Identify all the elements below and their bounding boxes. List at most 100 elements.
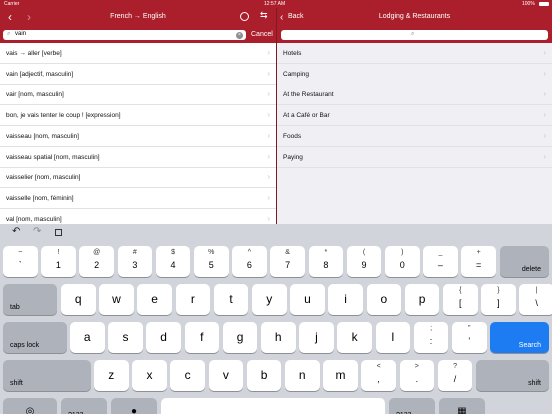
key-d[interactable]: d <box>146 322 181 353</box>
result-row[interactable]: bon, je vais tenter le coup ! [expressio… <box>0 105 276 127</box>
key-m[interactable]: m <box>323 360 358 391</box>
key-upper: ! <box>57 249 60 256</box>
key-s[interactable]: s <box>108 322 143 353</box>
key-p[interactable]: p <box>404 284 440 315</box>
key-z[interactable]: z <box>94 360 129 391</box>
result-row[interactable]: vais → aller [verbe] › <box>0 43 276 64</box>
search-input[interactable]: ⌕ vain × <box>3 30 246 40</box>
key-9[interactable]: (9 <box>346 246 382 277</box>
result-row[interactable]: vain [adjectif, masculin] › <box>0 64 276 85</box>
key-j[interactable]: j <box>299 322 334 353</box>
key-sym[interactable]: >. <box>399 360 435 391</box>
phrasebook-search-bar: ⌕ <box>277 27 552 43</box>
key-l[interactable]: l <box>375 322 411 353</box>
key-f[interactable]: f <box>184 322 220 353</box>
result-text: vain [adjectif, masculin] <box>6 70 74 78</box>
phrasebook-search-input[interactable]: ⌕ <box>281 30 548 40</box>
chevron-right-icon: › <box>267 110 270 120</box>
keyboard-dismiss-key[interactable]: ▦ <box>439 398 485 414</box>
key-3[interactable]: #3 <box>117 246 153 277</box>
undo-icon[interactable]: ↶ <box>12 226 20 242</box>
key-sym[interactable]: }] <box>481 284 516 315</box>
numbers-key[interactable]: .?123 <box>389 398 435 414</box>
key-char: n <box>298 368 306 382</box>
category-row[interactable]: At the Restaurant › <box>277 84 552 106</box>
clear-icon[interactable]: × <box>236 31 243 39</box>
key-8[interactable]: * 8 <box>308 246 344 277</box>
delete-key[interactable]: delete <box>499 246 549 277</box>
shift-left-key[interactable]: shift <box>3 360 91 391</box>
key-10[interactable]: ) 0 <box>385 246 420 277</box>
result-row[interactable]: vaisselle [nom, féminin] › <box>0 188 276 209</box>
key-i[interactable]: i <box>328 284 363 315</box>
key-11[interactable]: _ – <box>423 246 458 277</box>
key-upper: * <box>324 249 328 256</box>
language-direction-title[interactable]: French → English <box>0 13 276 20</box>
key-sym[interactable]: ;: <box>413 322 449 353</box>
dictation-key[interactable]: ● <box>111 398 157 414</box>
key-w[interactable]: w <box>99 284 134 315</box>
key-4[interactable]: $4 <box>155 246 191 277</box>
key-y[interactable]: y <box>252 284 287 315</box>
shift-right-key[interactable]: shift <box>476 360 549 391</box>
key-n[interactable]: n <box>285 360 320 391</box>
tab-key[interactable]: tab <box>3 284 57 315</box>
key-sym[interactable]: {[ <box>443 284 478 315</box>
key-char: q <box>74 292 82 306</box>
category-row[interactable]: Paying › <box>277 146 552 168</box>
key-sym[interactable]: <, <box>361 360 396 391</box>
key-c[interactable]: c <box>170 360 205 391</box>
result-row[interactable]: vaisseau spatial [nom, masculin] › <box>0 147 276 168</box>
key-5[interactable]: % 5 <box>194 246 229 277</box>
paste-icon[interactable] <box>55 229 62 236</box>
key-b[interactable]: b <box>246 360 282 391</box>
key-g[interactable]: g <box>222 322 258 353</box>
caps-lock-key[interactable]: caps lock <box>3 322 67 353</box>
key-1[interactable]: ! 1 <box>41 246 76 277</box>
category-row[interactable]: At a Café or Bar › <box>277 105 552 127</box>
key-2[interactable]: @2 <box>79 246 114 277</box>
category-label: At the Restaurant <box>283 91 334 99</box>
key-e[interactable]: e <box>137 284 172 315</box>
key-7[interactable]: & 7 <box>270 246 305 277</box>
category-row[interactable]: Foods › <box>277 125 552 147</box>
category-row[interactable]: Hotels › <box>277 43 552 64</box>
key-char: j <box>315 330 318 344</box>
swap-icon[interactable]: ⇆ <box>260 10 268 21</box>
key-sym[interactable]: | \ <box>519 284 552 315</box>
key-t[interactable]: t <box>213 284 249 315</box>
key-q[interactable]: q <box>61 284 96 315</box>
result-row[interactable]: val [nom, masculin] › <box>0 209 276 224</box>
key-char: e <box>151 292 158 306</box>
key-x[interactable]: x <box>132 360 167 391</box>
history-icon[interactable] <box>240 12 249 21</box>
numbers-key[interactable]: .?123 <box>61 398 107 414</box>
key-0[interactable]: ~ ` <box>3 246 38 277</box>
result-row[interactable]: vaisselier [nom, masculin] › <box>0 167 276 189</box>
key-6[interactable]: ^ 6 <box>232 246 267 277</box>
key-char: m <box>335 368 346 382</box>
space-key[interactable] <box>161 398 385 414</box>
result-row[interactable]: vair [nom, masculin] › <box>0 84 276 106</box>
key-12[interactable]: + = <box>461 246 496 277</box>
search-key[interactable]: Search <box>490 322 549 353</box>
key-o[interactable]: o <box>366 284 402 315</box>
result-row[interactable]: vaisseau [nom, masculin] › <box>0 126 276 147</box>
key-sym[interactable]: ? / <box>437 360 473 391</box>
key-v[interactable]: v <box>208 360 244 391</box>
category-label: Hotels <box>283 50 302 57</box>
globe-key[interactable]: ◎ <box>3 398 57 414</box>
key-upper: ; <box>430 325 433 332</box>
key-lower: \ <box>535 298 538 308</box>
chevron-right-icon: › <box>543 68 546 78</box>
key-a[interactable]: a <box>70 322 105 353</box>
category-row[interactable]: Camping › <box>277 63 552 85</box>
key-sym[interactable]: ”’ <box>452 322 487 353</box>
cancel-button[interactable]: Cancel <box>251 31 273 38</box>
key-k[interactable]: k <box>337 322 372 353</box>
redo-icon[interactable]: ↷ <box>33 226 41 242</box>
key-h[interactable]: h <box>261 322 296 353</box>
key-u[interactable]: u <box>290 284 325 315</box>
key-lower: ` <box>18 260 22 270</box>
key-r[interactable]: r <box>175 284 211 315</box>
